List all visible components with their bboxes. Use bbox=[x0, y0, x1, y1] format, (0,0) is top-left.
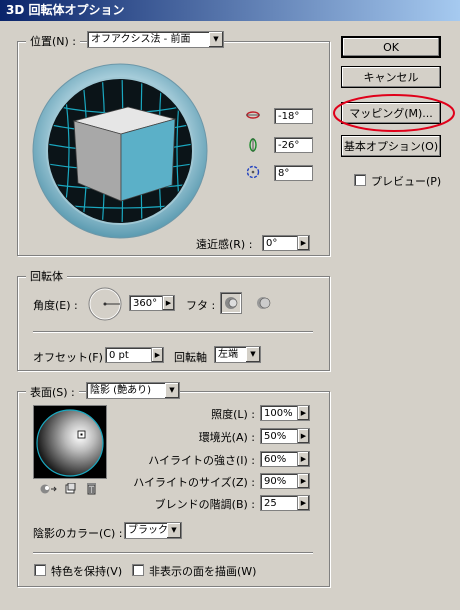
ambient-label: 環境光(A) : bbox=[198, 431, 255, 444]
chevron-down-icon: ▼ bbox=[209, 32, 223, 47]
intensity-slider-button[interactable]: ▶ bbox=[297, 405, 310, 421]
axis-label: 回転軸 bbox=[174, 351, 207, 364]
shade-color-select-value: ブラック bbox=[128, 525, 168, 536]
offset-slider-button[interactable]: ▶ bbox=[151, 347, 164, 363]
lighting-sphere bbox=[36, 409, 104, 477]
angle-field[interactable]: 360° bbox=[129, 295, 163, 311]
surface-select-value: 陰影 (艶あり) bbox=[90, 385, 151, 396]
trash-icon[interactable] bbox=[86, 482, 97, 495]
highlight-size-field[interactable]: 90% bbox=[260, 473, 298, 489]
cap-on-button[interactable] bbox=[220, 292, 242, 314]
ambient-slider-button[interactable]: ▶ bbox=[297, 428, 310, 444]
intensity-field[interactable]: 100% bbox=[260, 405, 298, 421]
intensity-label: 照度(L) : bbox=[211, 408, 255, 421]
draw-hidden-checkbox[interactable] bbox=[132, 564, 144, 576]
ambient-field[interactable]: 50% bbox=[260, 428, 298, 444]
move-light-back-icon[interactable] bbox=[39, 483, 57, 495]
rotate-z-icon bbox=[246, 165, 260, 179]
highlight-intensity-field[interactable]: 60% bbox=[260, 451, 298, 467]
preserve-spot-label: 特色を保持(V) bbox=[51, 565, 123, 578]
position-label: 位置(N) : bbox=[26, 33, 81, 49]
chevron-down-icon: ▼ bbox=[246, 347, 260, 362]
blend-steps-slider-button[interactable]: ▶ bbox=[297, 495, 310, 511]
highlight-circle bbox=[333, 94, 455, 132]
blend-steps-label: ブレンドの階調(B) : bbox=[154, 498, 255, 511]
ok-button[interactable]: OK bbox=[341, 36, 441, 58]
perspective-label: 遠近感(R) : bbox=[196, 238, 253, 251]
draw-hidden-label: 非表示の面を描画(W) bbox=[149, 565, 257, 578]
revolve-title: 回転体 bbox=[26, 268, 67, 284]
surface-separator bbox=[33, 552, 313, 554]
rotate-y-icon bbox=[249, 138, 257, 152]
perspective-slider-button[interactable]: ▶ bbox=[297, 235, 310, 251]
position-select-value: オフアクシス法 - 前面 bbox=[91, 34, 191, 45]
rotate-z-field[interactable]: 8° bbox=[274, 165, 313, 181]
lighting-preview[interactable] bbox=[33, 405, 107, 479]
cap-label: フタ : bbox=[186, 299, 216, 312]
position-select[interactable]: オフアクシス法 - 前面 ▼ bbox=[87, 31, 224, 48]
angle-slider-button[interactable]: ▶ bbox=[162, 295, 175, 311]
rotate-x-icon bbox=[246, 111, 260, 119]
axis-select[interactable]: 左端 ▼ bbox=[214, 346, 261, 363]
perspective-field[interactable]: 0° bbox=[262, 235, 298, 251]
angle-dial[interactable] bbox=[87, 286, 123, 322]
basic-options-button[interactable]: 基本オプション(O) bbox=[341, 135, 441, 157]
cap-off-icon[interactable] bbox=[256, 295, 272, 311]
cancel-button[interactable]: キャンセル bbox=[341, 66, 441, 88]
window-title: 3D 回転体オプション bbox=[0, 0, 460, 21]
offset-field[interactable]: 0 pt bbox=[105, 347, 152, 363]
preserve-spot-checkbox[interactable] bbox=[34, 564, 46, 576]
highlight-size-label: ハイライトのサイズ(Z) : bbox=[133, 476, 255, 489]
rotate-x-field[interactable]: -18° bbox=[274, 108, 313, 124]
new-light-icon[interactable] bbox=[65, 483, 76, 494]
shade-color-label: 陰影のカラー(C) : bbox=[33, 527, 123, 540]
chevron-down-icon: ▼ bbox=[165, 383, 179, 398]
highlight-intensity-slider-button[interactable]: ▶ bbox=[297, 451, 310, 467]
highlight-intensity-label: ハイライトの強さ(I) : bbox=[148, 454, 255, 467]
chevron-down-icon: ▼ bbox=[167, 523, 181, 538]
axis-select-value: 左端 bbox=[218, 349, 238, 360]
rotate-y-field[interactable]: -26° bbox=[274, 137, 313, 153]
blend-steps-field[interactable]: 25 bbox=[260, 495, 298, 511]
preview-label: プレビュー(P) bbox=[371, 175, 442, 188]
angle-label: 角度(E) : bbox=[33, 299, 78, 312]
offset-label: オフセット(F) : bbox=[33, 351, 111, 364]
cap-on-icon bbox=[225, 297, 238, 309]
surface-select[interactable]: 陰影 (艶あり) ▼ bbox=[86, 382, 180, 399]
preview-checkbox[interactable] bbox=[354, 174, 366, 186]
highlight-size-slider-button[interactable]: ▶ bbox=[297, 473, 310, 489]
shade-color-select[interactable]: ブラック ▼ bbox=[124, 522, 182, 539]
rotation-track-cube[interactable] bbox=[32, 63, 208, 239]
revolve-separator bbox=[33, 331, 313, 333]
light-controls bbox=[33, 480, 107, 497]
surface-label: 表面(S) : bbox=[26, 384, 79, 400]
